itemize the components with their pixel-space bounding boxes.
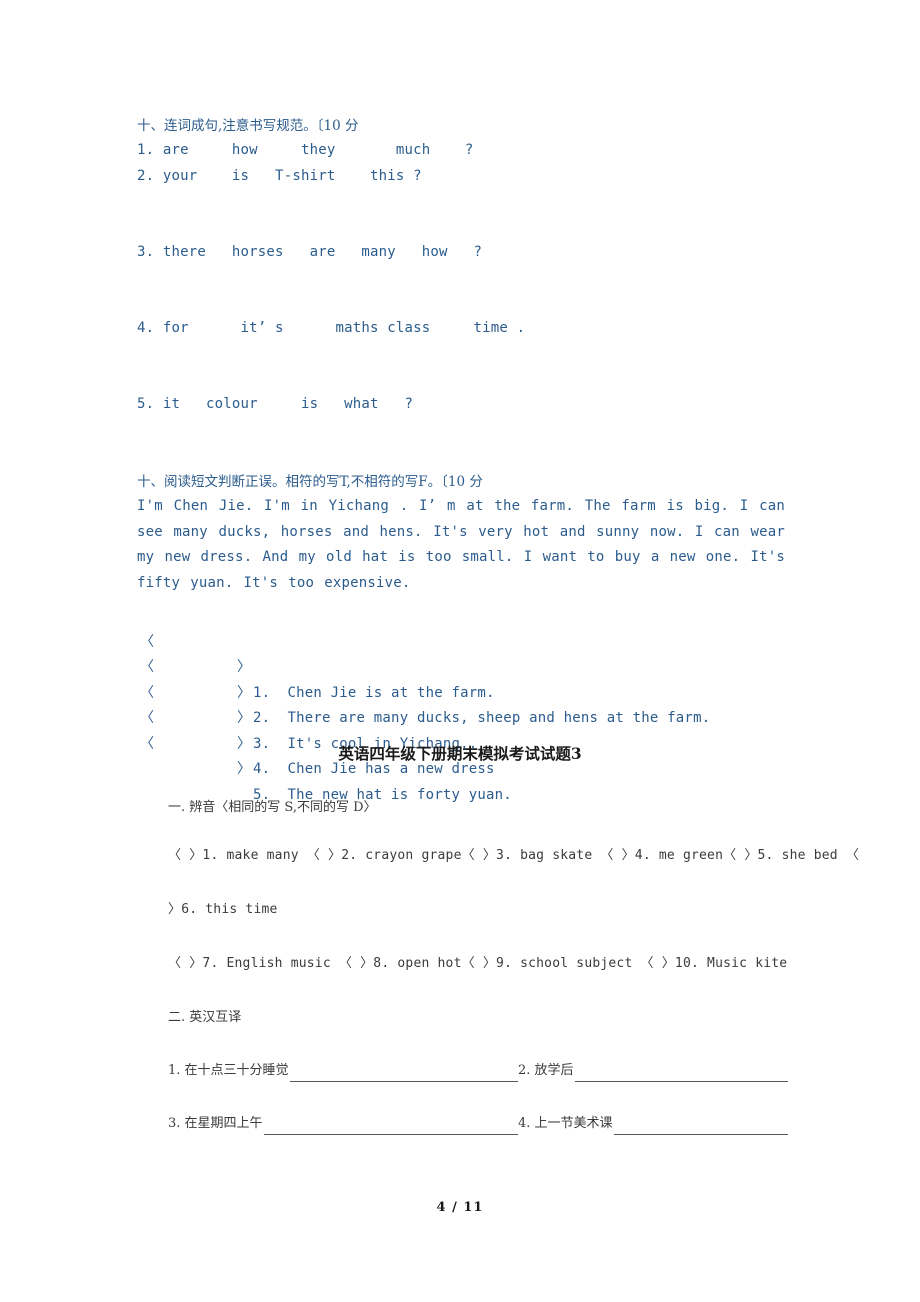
translation-item[interactable]: 2. 放学后 xyxy=(518,1060,788,1082)
section-translation: 二. 英汉互译 1. 在十点三十分睡觉 2. 放学后 3. 在星期四上午 4. … xyxy=(168,1007,788,1135)
section-phonics-heading: 一. 辨音〈相同的写 S,不同的写 D〉 xyxy=(168,800,377,815)
truefalse-row[interactable]: 〈 〉 2. There are many ducks, sheep and h… xyxy=(137,630,785,726)
truefalse-row[interactable]: 〈 〉 1. Chen Jie is at the farm. xyxy=(137,604,785,701)
translation-item[interactable]: 4. 上一节美术课 xyxy=(518,1113,788,1135)
word-order-item-1: 1. are how they much ? xyxy=(137,142,474,158)
page-number-footer: 4 / 11 xyxy=(436,1200,484,1215)
translation-item[interactable]: 3. 在星期四上午 xyxy=(168,1113,518,1135)
truefalse-row[interactable]: 〈 〉 3. It's cool in Yichang.. xyxy=(137,655,785,752)
word-order-item-3: 3. there horses are many how ? xyxy=(137,244,483,260)
word-order-item-4: 4. for it’ s maths class time . xyxy=(137,320,526,336)
translation-label: 2. 放学后 xyxy=(518,1063,574,1078)
word-order-item-2: 2. your is T-shirt this ? xyxy=(137,168,422,184)
reading-passage: I'm Chen Jie. I'm in Yichang . I’ m at t… xyxy=(137,498,785,591)
section-phonics: 一. 辨音〈相同的写 S,不同的写 D〉 〈 〉1. make many 〈 〉… xyxy=(168,797,859,975)
truefalse-row[interactable]: 〈 〉 4. Chen Jie has a new dress xyxy=(137,681,785,777)
section-word-order: 十、连词成句,注意书写规范。〔10 分 1. are how they much… xyxy=(137,115,797,417)
truefalse-row[interactable]: 〈 〉 5. The new hat is forty yuan. xyxy=(137,706,785,803)
word-order-item-5: 5. it colour is what ? xyxy=(137,396,414,412)
phonics-line-2[interactable]: 〉6. this time xyxy=(168,899,788,921)
translation-label: 4. 上一节美术课 xyxy=(518,1116,613,1131)
translation-answer-blank[interactable] xyxy=(289,1067,518,1082)
translation-item[interactable]: 1. 在十点三十分睡觉 xyxy=(168,1060,518,1082)
translation-answer-blank[interactable] xyxy=(613,1120,788,1135)
section-reading-truefalse: 十、阅读短文判断正误。相符的写T,不相符的写F。〔10 分 I'm Chen J… xyxy=(137,470,785,803)
translation-row: 3. 在星期四上午 4. 上一节美术课 xyxy=(168,1113,788,1135)
section-reading-heading: 十、阅读短文判断正误。相符的写T,不相符的写F。〔10 分 xyxy=(137,474,483,490)
translation-answer-blank[interactable] xyxy=(574,1067,788,1082)
section-word-order-heading: 十、连词成句,注意书写规范。〔10 分 xyxy=(137,118,359,134)
phonics-line-3[interactable]: 〈 〉7. English music 〈 〉8. open hot〈 〉9. … xyxy=(168,953,788,975)
paper3-title: 英语四年级下册期末模拟考试试题3 xyxy=(338,744,582,763)
translation-row: 1. 在十点三十分睡觉 2. 放学后 xyxy=(168,1060,788,1082)
phonics-line-1[interactable]: 〈 〉1. make many 〈 〉2. crayon grape〈 〉3. … xyxy=(168,845,859,867)
translation-label: 3. 在星期四上午 xyxy=(168,1116,263,1131)
section-translation-heading: 二. 英汉互译 xyxy=(168,1010,242,1025)
truefalse-list: 〈 〉 1. Chen Jie is at the farm. 〈 〉 2. T… xyxy=(137,604,785,803)
translation-label: 1. 在十点三十分睡觉 xyxy=(168,1063,289,1078)
exam-page: 十、连词成句,注意书写规范。〔10 分 1. are how they much… xyxy=(0,0,920,1302)
translation-answer-blank[interactable] xyxy=(263,1120,518,1135)
